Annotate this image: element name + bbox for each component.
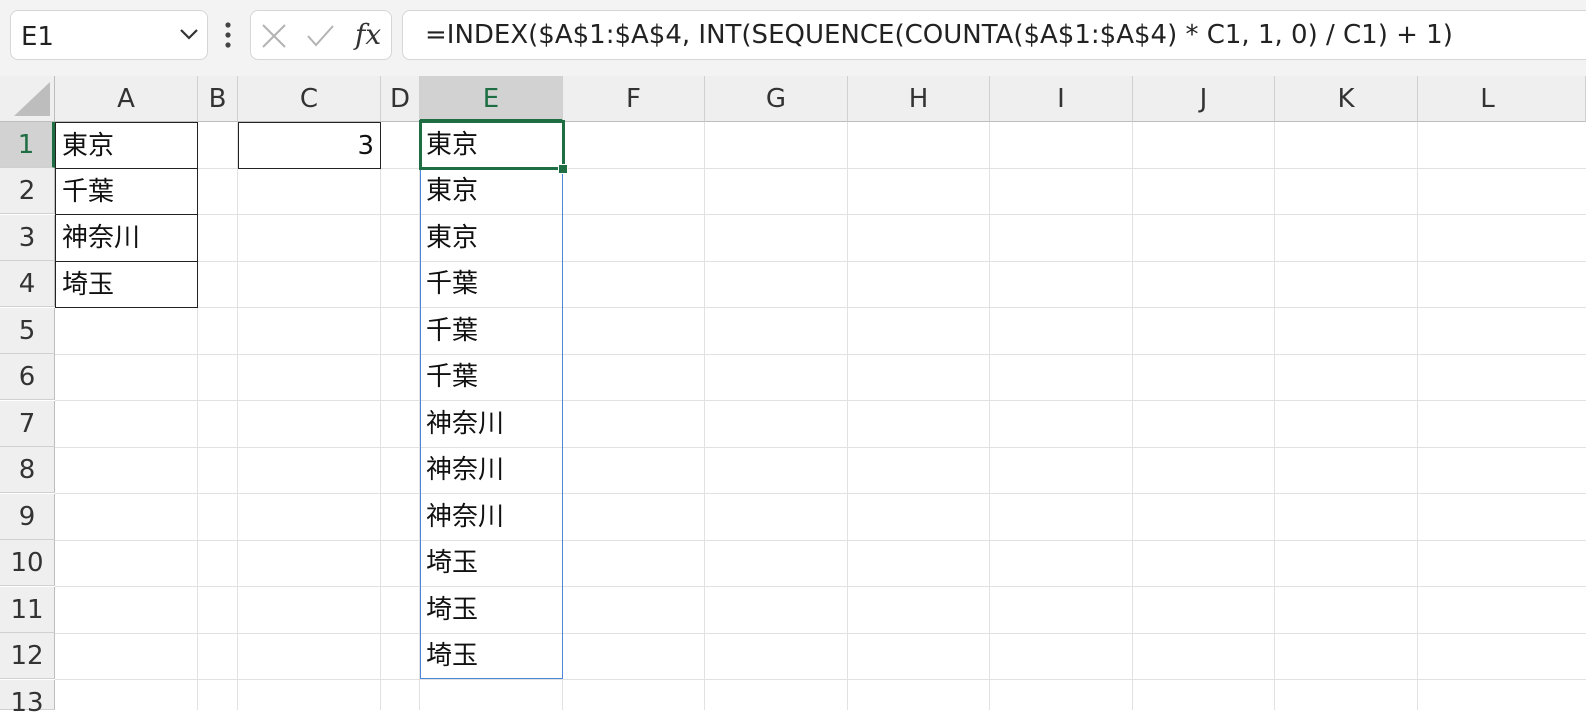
cell-e6[interactable]: 千葉 — [420, 354, 563, 400]
formula-actions: fx — [250, 10, 392, 60]
col-header-i[interactable]: I — [990, 76, 1133, 122]
grid-line — [55, 493, 1586, 494]
col-header-g[interactable]: G — [705, 76, 848, 122]
formula-input[interactable]: =INDEX($A$1:$A$4, INT(SEQUENCE(COUNTA($A… — [402, 10, 1586, 60]
col-header-a[interactable]: A — [55, 76, 198, 122]
select-all-corner[interactable] — [0, 76, 55, 122]
chevron-down-icon[interactable] — [179, 27, 199, 41]
grid-line — [380, 122, 381, 710]
name-box-value: E1 — [21, 22, 54, 52]
active-cell-selection[interactable] — [419, 120, 565, 170]
col-header-b[interactable]: B — [198, 76, 238, 122]
grid-line — [55, 261, 1586, 262]
cell-e3[interactable]: 東京 — [420, 215, 563, 261]
row-header-12[interactable]: 12 — [0, 633, 55, 679]
row-header-7[interactable]: 7 — [0, 401, 55, 447]
grid-line — [1417, 122, 1418, 710]
enter-check-icon[interactable] — [305, 21, 335, 51]
grid-line — [989, 122, 990, 710]
row-header-1[interactable]: 1 — [0, 122, 55, 168]
cell-a1[interactable]: 東京 — [55, 122, 198, 169]
row-header-2[interactable]: 2 — [0, 168, 55, 214]
grid-line — [1274, 122, 1275, 710]
col-header-k[interactable]: K — [1275, 76, 1418, 122]
fill-handle[interactable] — [558, 164, 568, 174]
row-header-9[interactable]: 9 — [0, 494, 55, 540]
row-header-13[interactable]: 13 — [0, 680, 55, 718]
grid-line — [55, 586, 1586, 587]
col-header-h[interactable]: H — [848, 76, 990, 122]
grid-line — [1132, 122, 1133, 710]
cell-e2[interactable]: 東京 — [420, 168, 563, 214]
cell-e8[interactable]: 神奈川 — [420, 447, 563, 493]
formula-text: =INDEX($A$1:$A$4, INT(SEQUENCE(COUNTA($A… — [425, 20, 1453, 50]
row-header-10[interactable]: 10 — [0, 540, 55, 586]
grid-line — [237, 122, 238, 710]
name-box[interactable]: E1 — [10, 10, 208, 60]
formula-toolbar: E1 fx =INDEX($A$1:$A$4, INT(SEQUENCE(COU… — [0, 0, 1586, 76]
grid-line — [55, 354, 1586, 355]
row-header-6[interactable]: 6 — [0, 354, 55, 400]
grid-line — [847, 122, 848, 710]
col-header-d[interactable]: D — [381, 76, 420, 122]
row-header-3[interactable]: 3 — [0, 215, 55, 261]
col-header-e[interactable]: E — [420, 76, 563, 122]
cancel-icon[interactable] — [259, 21, 289, 51]
row-header-5[interactable]: 5 — [0, 308, 55, 354]
cell-a3[interactable]: 神奈川 — [55, 214, 198, 262]
grid-line — [55, 540, 1586, 541]
cell-e11[interactable]: 埼玉 — [420, 587, 563, 633]
col-header-f[interactable]: F — [563, 76, 705, 122]
cell-e9[interactable]: 神奈川 — [420, 494, 563, 540]
row-header-8[interactable]: 8 — [0, 447, 55, 493]
cell-e7[interactable]: 神奈川 — [420, 401, 563, 447]
cell-c1[interactable]: 3 — [238, 122, 381, 169]
grid-line — [55, 214, 1586, 215]
grid-line — [55, 307, 1586, 308]
grid-line — [55, 447, 1586, 448]
cell-a2[interactable]: 千葉 — [55, 168, 198, 215]
more-options-icon[interactable] — [222, 20, 234, 50]
insert-function-icon[interactable]: fx — [355, 18, 381, 51]
grid-line — [55, 400, 1586, 401]
col-header-l[interactable]: L — [1418, 76, 1586, 122]
cell-e5[interactable]: 千葉 — [420, 308, 563, 354]
select-all-triangle-icon — [14, 82, 50, 116]
row-header-4[interactable]: 4 — [0, 261, 55, 307]
cell-e4[interactable]: 千葉 — [420, 261, 563, 307]
cell-e10[interactable]: 埼玉 — [420, 540, 563, 586]
cell-a4[interactable]: 埼玉 — [55, 261, 198, 308]
col-header-j[interactable]: J — [1133, 76, 1275, 122]
col-header-c[interactable]: C — [238, 76, 381, 122]
grid-line — [704, 122, 705, 710]
grid-line — [55, 633, 1586, 634]
row-header-11[interactable]: 11 — [0, 587, 55, 633]
cell-e12[interactable]: 埼玉 — [420, 633, 563, 679]
grid-line — [55, 679, 1586, 680]
